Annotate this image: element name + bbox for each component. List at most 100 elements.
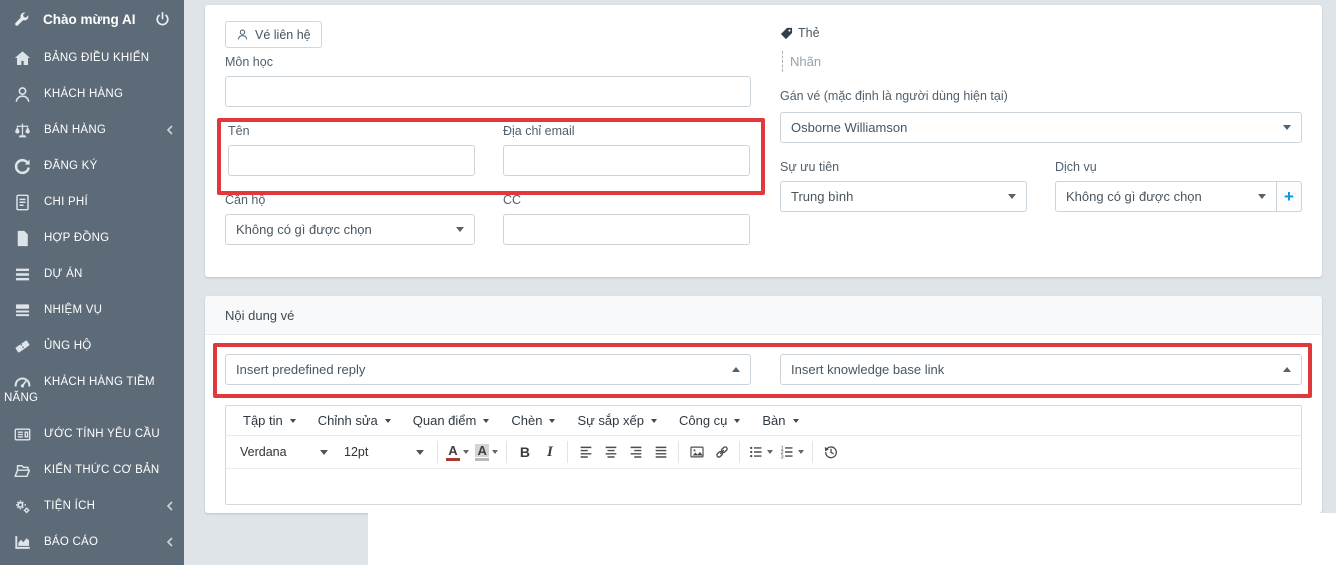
email-input[interactable]	[503, 145, 750, 176]
chevron-down-icon	[798, 450, 804, 454]
chevron-down-icon	[290, 419, 296, 423]
forecolor-icon[interactable]: A	[443, 440, 472, 465]
user-icon	[236, 28, 249, 41]
sidebar-item-tasks[interactable]: NHIỆM VỤ	[0, 292, 184, 328]
editor-menu-label: Bàn	[762, 413, 785, 428]
sidebar-item-reports[interactable]: BÁO CÁO	[0, 524, 184, 560]
chevron-down-icon	[463, 450, 469, 454]
file-icon	[13, 229, 32, 248]
add-service-button[interactable]: +	[1276, 181, 1302, 212]
backcolor-icon[interactable]: A	[472, 440, 501, 465]
footer-bar: MỞ VÉ	[368, 513, 1336, 565]
editor-menu-label: Tập tin	[243, 413, 283, 428]
image-icon[interactable]	[684, 440, 709, 465]
chevron-down-icon	[416, 450, 424, 455]
bullist-icon[interactable]	[745, 440, 776, 465]
sidebar-item-sales[interactable]: BÁN HÀNG	[0, 112, 184, 148]
numlist-icon[interactable]: 123	[776, 440, 807, 465]
wrench-icon[interactable]	[13, 11, 30, 28]
service-select[interactable]: Không có gì được chọn	[1055, 181, 1277, 212]
name-input[interactable]	[228, 145, 475, 176]
sidebar-item-customers[interactable]: KHÁCH HÀNG	[0, 76, 184, 112]
sidebar-item-utilities[interactable]: TIỆN ÍCH	[0, 488, 184, 524]
align-right-icon[interactable]	[623, 440, 648, 465]
editor-menu-label: Công cụ	[679, 413, 727, 428]
editor-menu-item-1[interactable]: Chỉnh sửa	[307, 406, 402, 435]
chevron-left-icon	[165, 125, 175, 135]
sidebar-item-knowledge-base[interactable]: KIẾN THỨC CƠ BẢN	[0, 452, 184, 488]
cc-label: CC	[503, 193, 521, 207]
subject-input[interactable]	[225, 76, 751, 107]
font-size-value: 12pt	[344, 445, 368, 459]
align-left-icon[interactable]	[573, 440, 598, 465]
editor-menu-item-2[interactable]: Quan điểm	[402, 406, 501, 435]
assign-select[interactable]: Osborne Williamson	[780, 112, 1302, 143]
priority-label: Sự ưu tiên	[780, 160, 839, 174]
sidebar-item-projects[interactable]: DỰ ÁN	[0, 256, 184, 292]
editor-content-area[interactable]	[226, 469, 1301, 505]
name-label: Tên	[228, 124, 250, 138]
toolbar-separator	[437, 441, 438, 463]
main-content: Vé liên hệ Môn học Tên Địa chỉ email Căn…	[184, 0, 1336, 565]
service-label: Dịch vụ	[1055, 160, 1097, 174]
sidebar-item-subscriptions[interactable]: ĐĂNG KÝ	[0, 148, 184, 184]
editor-menu-label: Chèn	[511, 413, 542, 428]
font-family-select[interactable]: Verdana	[232, 440, 336, 464]
chart-area-icon	[13, 533, 32, 552]
align-justify-icon[interactable]	[648, 440, 673, 465]
chevron-down-icon	[320, 450, 328, 455]
email-label: Địa chỉ email	[503, 124, 575, 138]
sidebar: Chào mừng AI BẢNG ĐIỀU KHIỂNKHÁCH HÀNGBÁ…	[0, 0, 184, 565]
predefined-reply-select[interactable]: Insert predefined reply	[225, 354, 751, 385]
tags-input[interactable]: Nhãn	[782, 51, 837, 72]
sidebar-item-contracts[interactable]: HỢP ĐỒNG	[0, 220, 184, 256]
align-center-icon[interactable]	[598, 440, 623, 465]
sidebar-item-leads[interactable]: KHÁCH HÀNG TIỀM NĂNG	[0, 364, 184, 416]
tags-label: Thẻ	[798, 26, 820, 40]
editor-menubar: Tập tin Chỉnh sửaQuan điểm Chèn Sự sắp xếp C…	[226, 406, 1301, 436]
predefined-reply-value: Insert predefined reply	[236, 362, 365, 377]
panel-title: Nội dung vé	[225, 308, 294, 323]
editor-menu-label: Sự sắp xếp	[577, 413, 644, 428]
font-size-select[interactable]: 12pt	[336, 440, 432, 464]
bold-icon[interactable]: B	[512, 440, 537, 465]
sidebar-item-dashboard[interactable]: BẢNG ĐIỀU KHIỂN	[0, 40, 184, 76]
sidebar-item-setup[interactable]: THÀNH LẬP	[0, 560, 184, 565]
contact-ticket-button[interactable]: Vé liên hệ	[225, 21, 322, 48]
chevron-down-icon	[1008, 194, 1016, 199]
department-select[interactable]: Không có gì được chọn	[225, 214, 475, 245]
sidebar-item-support[interactable]: ỦNG HỘ	[0, 328, 184, 364]
chevron-down-icon	[385, 419, 391, 423]
sidebar-item-estimate-request[interactable]: ƯỚC TÍNH YÊU CẦU	[0, 416, 184, 452]
restoredraft-icon[interactable]	[818, 440, 843, 465]
chevron-down-icon	[492, 450, 498, 454]
sidebar-item-expenses[interactable]: CHI PHÍ	[0, 184, 184, 220]
toolbar-separator	[506, 441, 507, 463]
editor-menu-item-0[interactable]: Tập tin	[232, 406, 307, 435]
italic-icon[interactable]: I	[537, 440, 562, 465]
folder-open-icon	[13, 461, 32, 480]
editor-menu-item-3[interactable]: Chèn	[500, 406, 566, 435]
sidebar-header: Chào mừng AI	[0, 0, 184, 38]
chevron-down-icon	[1283, 125, 1291, 130]
knowledge-base-select[interactable]: Insert knowledge base link	[780, 354, 1302, 385]
link-icon[interactable]	[709, 440, 734, 465]
ticket-icon	[13, 337, 32, 356]
editor-menu-item-4[interactable]: Sự sắp xếp	[566, 406, 668, 435]
cc-input[interactable]	[503, 214, 750, 245]
editor-menu-item-5[interactable]: Công cụ	[668, 406, 751, 435]
chevron-down-icon	[734, 419, 740, 423]
toolbar-separator	[739, 441, 740, 463]
chevron-down-icon	[651, 419, 657, 423]
editor-toolbar: Verdana 12pt AABI123	[226, 436, 1301, 469]
editor-menu-item-6[interactable]: Bàn	[751, 406, 809, 435]
priority-select[interactable]: Trung bình	[780, 181, 1027, 212]
chevron-left-icon	[165, 501, 175, 511]
department-label: Căn hộ	[225, 193, 265, 207]
ticket-body-card: Nội dung vé Insert predefined reply Inse…	[205, 296, 1322, 513]
user-icon	[13, 85, 32, 104]
panel-heading: Nội dung vé	[205, 296, 1322, 335]
power-icon[interactable]	[154, 11, 171, 28]
department-selected-value: Không có gì được chọn	[236, 222, 372, 237]
font-family-value: Verdana	[240, 445, 287, 459]
